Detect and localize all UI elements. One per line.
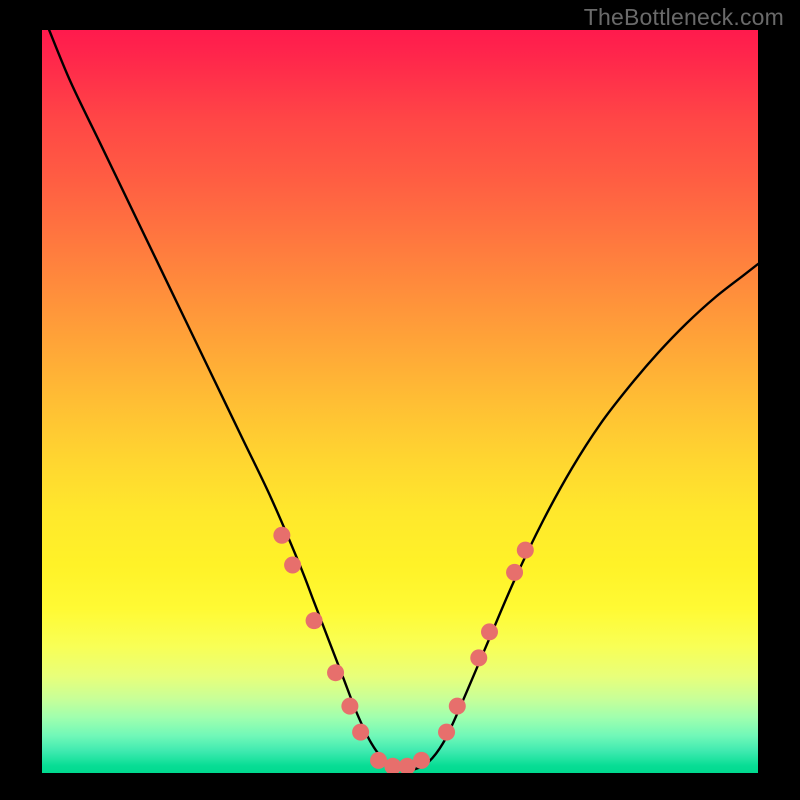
data-marker [284,556,301,573]
watermark-text: TheBottleneck.com [584,4,784,31]
data-marker [481,623,498,640]
data-marker [438,724,455,741]
data-marker [413,752,430,769]
data-marker [327,664,344,681]
marker-group [273,527,533,773]
data-marker [341,698,358,715]
data-marker [306,612,323,629]
data-marker [506,564,523,581]
data-marker [470,649,487,666]
plot-area [42,30,758,773]
data-marker [273,527,290,544]
data-marker [449,698,466,715]
chart-frame: TheBottleneck.com [0,0,800,800]
bottleneck-curve-svg [42,30,758,773]
bottleneck-curve [49,30,758,770]
data-marker [517,542,534,559]
data-marker [352,724,369,741]
